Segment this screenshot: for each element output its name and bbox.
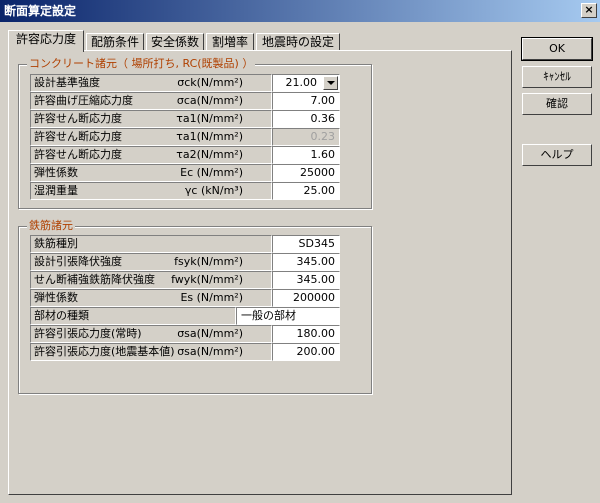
concrete-row-label: 弾性係数 Ec (N/mm²) <box>30 164 272 182</box>
row-symbol: Es (N/mm²) <box>180 291 243 304</box>
concrete-row: 許容せん断応力度 τa2(N/mm²) 1.60 <box>30 146 340 164</box>
steel-row-label: 許容引張応力度(地震基本値) σsa(N/mm²) <box>30 343 272 361</box>
steel-row-label: 鉄筋種別 <box>30 235 272 253</box>
steel-row: 鉄筋種別 SD345 <box>30 235 340 253</box>
row-label-text: 許容せん断応力度 <box>34 148 122 161</box>
concrete-row-label: 設計基準強度 σck(N/mm²) <box>30 74 272 92</box>
row-label-text: 部材の種類 <box>34 309 89 322</box>
concrete-value-field[interactable]: 0.36 <box>272 110 340 128</box>
concrete-row: 弾性係数 Ec (N/mm²) 25000 <box>30 164 340 182</box>
row-symbol: τa1(N/mm²) <box>176 130 243 143</box>
concrete-value-field[interactable]: 1.60 <box>272 146 340 164</box>
concrete-value-field: 0.23 <box>272 128 340 146</box>
row-label-text: 許容せん断応力度 <box>34 112 122 125</box>
concrete-row-label: 湿潤重量 γc (kN/m³) <box>30 182 272 200</box>
steel-row: 許容引張応力度(常時) σsa(N/mm²) 180.00 <box>30 325 340 343</box>
steel-row: 部材の種類 一般の部材 <box>30 307 340 325</box>
steel-row-label: 設計引張降伏強度 fsyk(N/mm²) <box>30 253 272 271</box>
row-label-text: 鉄筋種別 <box>34 237 78 250</box>
row-label-text: せん断補強鉄筋降伏強度 <box>34 273 155 286</box>
steel-row-label: 許容引張応力度(常時) σsa(N/mm²) <box>30 325 272 343</box>
steel-group-title: 鉄筋諸元 <box>27 219 75 233</box>
tab-increase-rate[interactable]: 割増率 <box>206 33 254 51</box>
steel-value-field[interactable]: 200000 <box>272 289 340 307</box>
concrete-row: 許容せん断応力度 τa1(N/mm²) 0.23 <box>30 128 340 146</box>
steel-row: 弾性係数 Es (N/mm²) 200000 <box>30 289 340 307</box>
row-label-text: 弾性係数 <box>34 291 78 304</box>
help-button[interactable]: ヘルプ <box>522 144 592 166</box>
steel-row-label: 弾性係数 Es (N/mm²) <box>30 289 272 307</box>
steel-value-field[interactable]: SD345 <box>272 235 340 253</box>
concrete-row-label: 許容曲げ圧縮応力度 σca(N/mm²) <box>30 92 272 110</box>
concrete-row: 許容せん断応力度 τa1(N/mm²) 0.36 <box>30 110 340 128</box>
row-symbol: fsyk(N/mm²) <box>174 255 243 268</box>
steel-value-field[interactable]: 180.00 <box>272 325 340 343</box>
row-symbol: τa2(N/mm²) <box>176 148 243 161</box>
confirm-button[interactable]: 確認 <box>522 93 592 115</box>
row-symbol: fwyk(N/mm²) <box>171 273 243 286</box>
tab-seismic-settings[interactable]: 地震時の設定 <box>256 33 340 51</box>
row-label-text: 許容せん断応力度 <box>34 130 122 143</box>
row-label-text: 設計基準強度 <box>34 76 100 89</box>
concrete-value-field[interactable]: 25000 <box>272 164 340 182</box>
steel-value-field[interactable]: 200.00 <box>272 343 340 361</box>
row-label-text: 許容引張応力度(常時) <box>34 327 142 340</box>
row-label-text: 設計引張降伏強度 <box>34 255 122 268</box>
cancel-button[interactable]: ｷｬﾝｾﾙ <box>522 66 592 88</box>
row-label-text: 湿潤重量 <box>34 184 78 197</box>
concrete-row-label: 許容せん断応力度 τa1(N/mm²) <box>30 110 272 128</box>
concrete-row: 湿潤重量 γc (kN/m³) 25.00 <box>30 182 340 200</box>
concrete-row: 設計基準強度 σck(N/mm²) 21.00 <box>30 74 340 92</box>
row-symbol: τa1(N/mm²) <box>176 112 243 125</box>
concrete-value-field[interactable]: 25.00 <box>272 182 340 200</box>
combo-value: 21.00 <box>285 76 318 89</box>
concrete-row: 許容曲げ圧縮応力度 σca(N/mm²) 7.00 <box>30 92 340 110</box>
concrete-value-field[interactable]: 7.00 <box>272 92 340 110</box>
concrete-row-label: 許容せん断応力度 τa1(N/mm²) <box>30 128 272 146</box>
concrete-row-label: 許容せん断応力度 τa2(N/mm²) <box>30 146 272 164</box>
ok-button[interactable]: OK <box>521 37 593 61</box>
steel-row: 許容引張応力度(地震基本値) σsa(N/mm²) 200.00 <box>30 343 340 361</box>
row-symbol: σca(N/mm²) <box>176 94 243 107</box>
steel-row-label: 部材の種類 <box>30 307 236 325</box>
title-bar: 断面算定設定 × <box>0 0 600 22</box>
chevron-down-icon[interactable] <box>323 76 338 90</box>
row-symbol: σsa(N/mm²) <box>177 345 243 358</box>
row-symbol: σsa(N/mm²) <box>177 327 243 340</box>
concrete-group-title: コンクリート諸元（ 場所打ち, RC(既製品) ） <box>27 57 256 71</box>
steel-row: 設計引張降伏強度 fsyk(N/mm²) 345.00 <box>30 253 340 271</box>
steel-row: せん断補強鉄筋降伏強度 fwyk(N/mm²) 345.00 <box>30 271 340 289</box>
steel-row-label: せん断補強鉄筋降伏強度 fwyk(N/mm²) <box>30 271 272 289</box>
row-label-text: 許容曲げ圧縮応力度 <box>34 94 133 107</box>
tab-reinforcement-conditions[interactable]: 配筋条件 <box>86 33 144 51</box>
row-label-text: 弾性係数 <box>34 166 78 179</box>
steel-value-field[interactable]: 345.00 <box>272 271 340 289</box>
row-label-text: 許容引張応力度(地震基本値) <box>34 345 175 358</box>
design-strength-combo[interactable]: 21.00 <box>272 74 340 92</box>
tab-safety-factors[interactable]: 安全係数 <box>146 33 204 51</box>
window-title: 断面算定設定 <box>4 4 77 18</box>
row-symbol: γc (kN/m³) <box>184 184 243 197</box>
member-type-field[interactable]: 一般の部材 <box>236 307 340 325</box>
tab-allowable-stress[interactable]: 許容応力度 <box>8 30 84 52</box>
steel-value-field[interactable]: 345.00 <box>272 253 340 271</box>
close-button[interactable]: × <box>581 3 597 18</box>
row-symbol: Ec (N/mm²) <box>180 166 243 179</box>
row-symbol: σck(N/mm²) <box>177 76 243 89</box>
